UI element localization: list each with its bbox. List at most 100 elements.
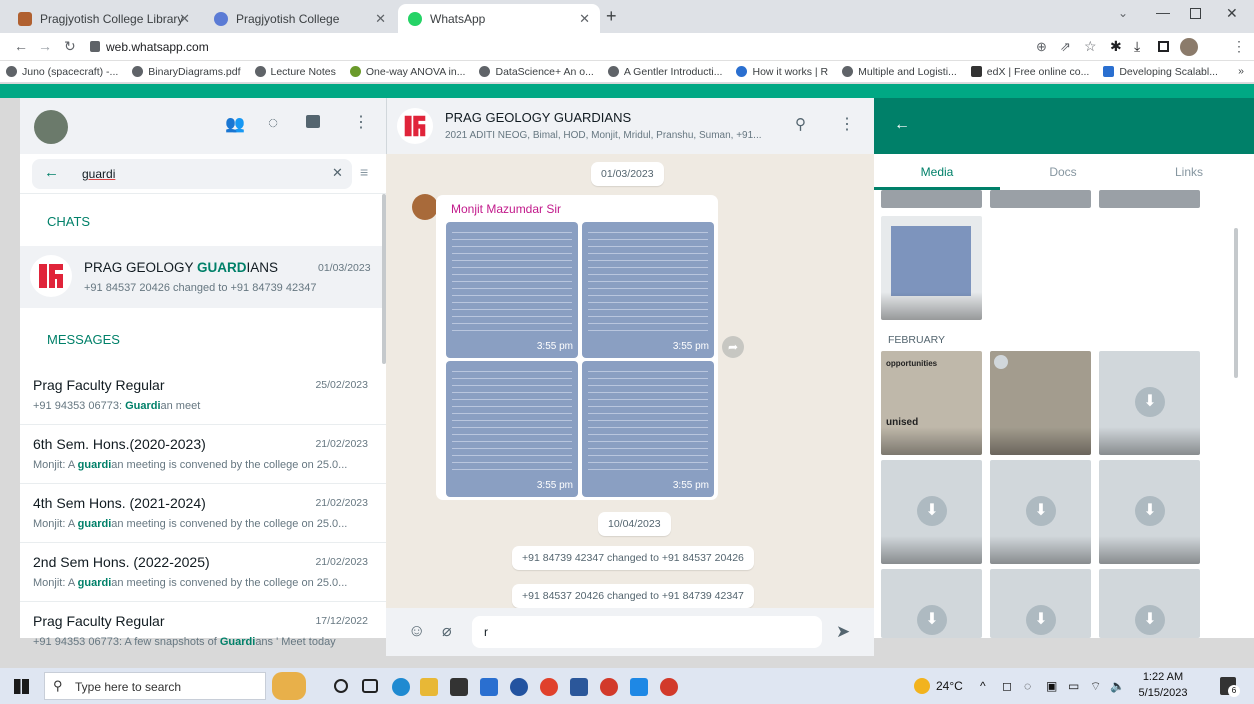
install-app-icon[interactable]: ⊕ [1036, 39, 1047, 55]
windows-start-icon[interactable] [14, 679, 29, 694]
media-thumb[interactable] [881, 190, 982, 208]
download-icon[interactable]: ⬇ [1026, 605, 1056, 635]
edge-icon[interactable] [392, 678, 410, 696]
bookmark-item[interactable]: One-way ANOVA in... [349, 66, 465, 78]
message-result-row[interactable]: 4th Sem Hons. (2021-2024) 21/02/2023 Mon… [20, 484, 386, 543]
mail-icon[interactable] [480, 678, 498, 696]
bookmark-item[interactable]: Lecture Notes [254, 66, 336, 78]
back-arrow-icon[interactable]: ← [44, 164, 59, 181]
download-icon[interactable]: ⬇ [1135, 387, 1165, 417]
media-thumb[interactable]: ⬇ [990, 569, 1091, 638]
bookmark-item[interactable]: BinaryDiagrams.pdf [132, 66, 241, 78]
bookmark-item[interactable]: How it works | R [736, 66, 828, 78]
media-thumb[interactable]: ⬇ [1099, 569, 1200, 638]
tray-app-icon[interactable]: ◌ [1024, 679, 1031, 693]
battery-icon[interactable]: ▭ [1068, 679, 1079, 693]
chat-result-row[interactable]: PRAG GEOLOGY GUARDIANS 01/03/2023 +91 84… [20, 246, 386, 308]
chat-menu-icon[interactable]: ⋮ [839, 114, 855, 134]
tab-search-icon[interactable]: ⌄ [1118, 6, 1128, 20]
browser-tab-college[interactable]: Pragjyotish College ✕ [204, 4, 396, 33]
bookmark-item[interactable]: edX | Free online co... [970, 66, 1089, 78]
url-text[interactable]: web.whatsapp.com [106, 40, 209, 54]
close-tab-icon[interactable]: ✕ [579, 11, 590, 27]
wifi-icon[interactable]: ⌔ [1090, 679, 1101, 694]
media-thumb[interactable]: ⬇ [1099, 460, 1200, 564]
tray-chevron-icon[interactable]: ^ [980, 679, 986, 693]
close-window-icon[interactable]: ✕ [1226, 5, 1238, 22]
notifications-icon[interactable]: 6 [1220, 677, 1240, 697]
newspaper-clip-thumb[interactable] [990, 351, 1091, 455]
media-scrollbar[interactable] [1234, 228, 1238, 378]
conversation-header[interactable]: PRAG GEOLOGY GUARDIANS 2021 ADITI NEOG, … [386, 98, 874, 154]
extensions-icon[interactable]: ✱ [1110, 38, 1122, 55]
media-thumb[interactable]: ⬇ [1099, 351, 1200, 455]
clock-time[interactable]: 1:22 AM [1138, 671, 1188, 683]
menu-icon[interactable]: ⋮ [353, 112, 369, 132]
media-thumb[interactable] [1099, 190, 1200, 208]
message-result-row[interactable]: Prag Faculty Regular 25/02/2023 +91 9435… [20, 366, 386, 425]
photos-icon[interactable] [630, 678, 648, 696]
forward-icon[interactable]: → [38, 38, 52, 54]
new-chat-icon[interactable] [306, 115, 320, 128]
search-box[interactable]: ← guardi ✕ [32, 159, 352, 189]
reload-icon[interactable]: ↻ [64, 38, 76, 55]
group-logo-avatar[interactable] [397, 108, 433, 144]
back-icon[interactable]: ← [14, 38, 28, 54]
clock-date[interactable]: 5/15/2023 [1134, 687, 1192, 699]
maximize-icon[interactable] [1190, 8, 1201, 19]
app-icon[interactable] [510, 678, 528, 696]
close-tab-icon[interactable]: ✕ [375, 11, 386, 27]
more-bookmarks-icon[interactable]: » [1238, 65, 1244, 77]
bookmark-item[interactable]: A Gentler Introducti... [607, 66, 722, 78]
tray-app-icon[interactable]: ▣ [1046, 679, 1057, 693]
bookmark-item[interactable]: Developing Scalabl... [1103, 66, 1218, 78]
download-icon[interactable]: ⬇ [1135, 496, 1165, 526]
menu-kebab-icon[interactable]: ⋮ [1232, 38, 1246, 55]
media-thumb[interactable]: ⬇ [990, 460, 1091, 564]
status-icon[interactable]: ◌ [268, 113, 278, 133]
message-result-row[interactable]: Prag Faculty Regular 17/12/2022 +91 9435… [20, 602, 386, 661]
share-icon[interactable]: ⇗ [1060, 39, 1071, 55]
taskbar-search-box[interactable]: ⚲ Type here to search [44, 672, 266, 700]
new-tab-icon[interactable]: + [606, 6, 617, 27]
attendance-photo[interactable]: 3:55 pm [446, 222, 578, 358]
communities-icon[interactable]: 👥 [225, 114, 245, 134]
download-icon[interactable]: ⤓ [1134, 38, 1140, 55]
side-panel-icon[interactable] [1158, 41, 1169, 52]
close-tab-icon[interactable]: ✕ [179, 11, 190, 27]
bookmark-item[interactable]: Multiple and Logisti... [842, 66, 957, 78]
sender-avatar[interactable] [412, 194, 438, 220]
bookmark-item[interactable]: Juno (spacecraft) -... [6, 66, 118, 78]
task-view-icon[interactable] [362, 679, 378, 693]
attendance-photo[interactable]: 3:55 pm [446, 361, 578, 497]
bookmark-item[interactable]: DataScience+ An o... [479, 66, 594, 78]
chrome-profile-icon[interactable] [600, 678, 618, 696]
download-icon[interactable]: ⬇ [1026, 496, 1056, 526]
emoji-icon[interactable]: ☺ [408, 621, 425, 641]
user-avatar[interactable] [34, 110, 68, 144]
profile-avatar[interactable] [1180, 38, 1198, 56]
chrome-alt-icon[interactable] [660, 678, 678, 696]
search-input[interactable]: guardi [82, 167, 115, 181]
chrome-icon[interactable] [540, 678, 558, 696]
weather-icon[interactable] [914, 678, 930, 694]
minimize-icon[interactable]: — [1156, 4, 1170, 20]
media-thumb[interactable]: ⬇ [881, 569, 982, 638]
word-icon[interactable] [570, 678, 588, 696]
browser-tab-library[interactable]: Pragjyotish College Library ✕ [8, 4, 200, 33]
cortana-icon[interactable] [334, 679, 348, 693]
attendance-photo[interactable]: 3:55 pm [582, 361, 714, 497]
tab-links[interactable]: Links [1126, 154, 1252, 190]
media-thumb[interactable] [881, 216, 982, 320]
search-highlight-icon[interactable] [272, 672, 306, 700]
tray-app-icon[interactable]: ◻ [1002, 679, 1012, 693]
filter-icon[interactable]: ≡ [360, 164, 368, 180]
volume-icon[interactable]: 🔈 [1110, 679, 1125, 693]
back-arrow-icon[interactable]: ← [894, 116, 910, 134]
select-check-icon[interactable] [994, 355, 1008, 369]
message-result-row[interactable]: 6th Sem. Hons.(2020-2023) 21/02/2023 Mon… [20, 425, 386, 484]
media-thumb[interactable]: ⬇ [881, 460, 982, 564]
send-icon[interactable]: ➤ [836, 622, 850, 642]
media-thumb[interactable] [990, 190, 1091, 208]
attendance-photo[interactable]: 3:55 pm [582, 222, 714, 358]
